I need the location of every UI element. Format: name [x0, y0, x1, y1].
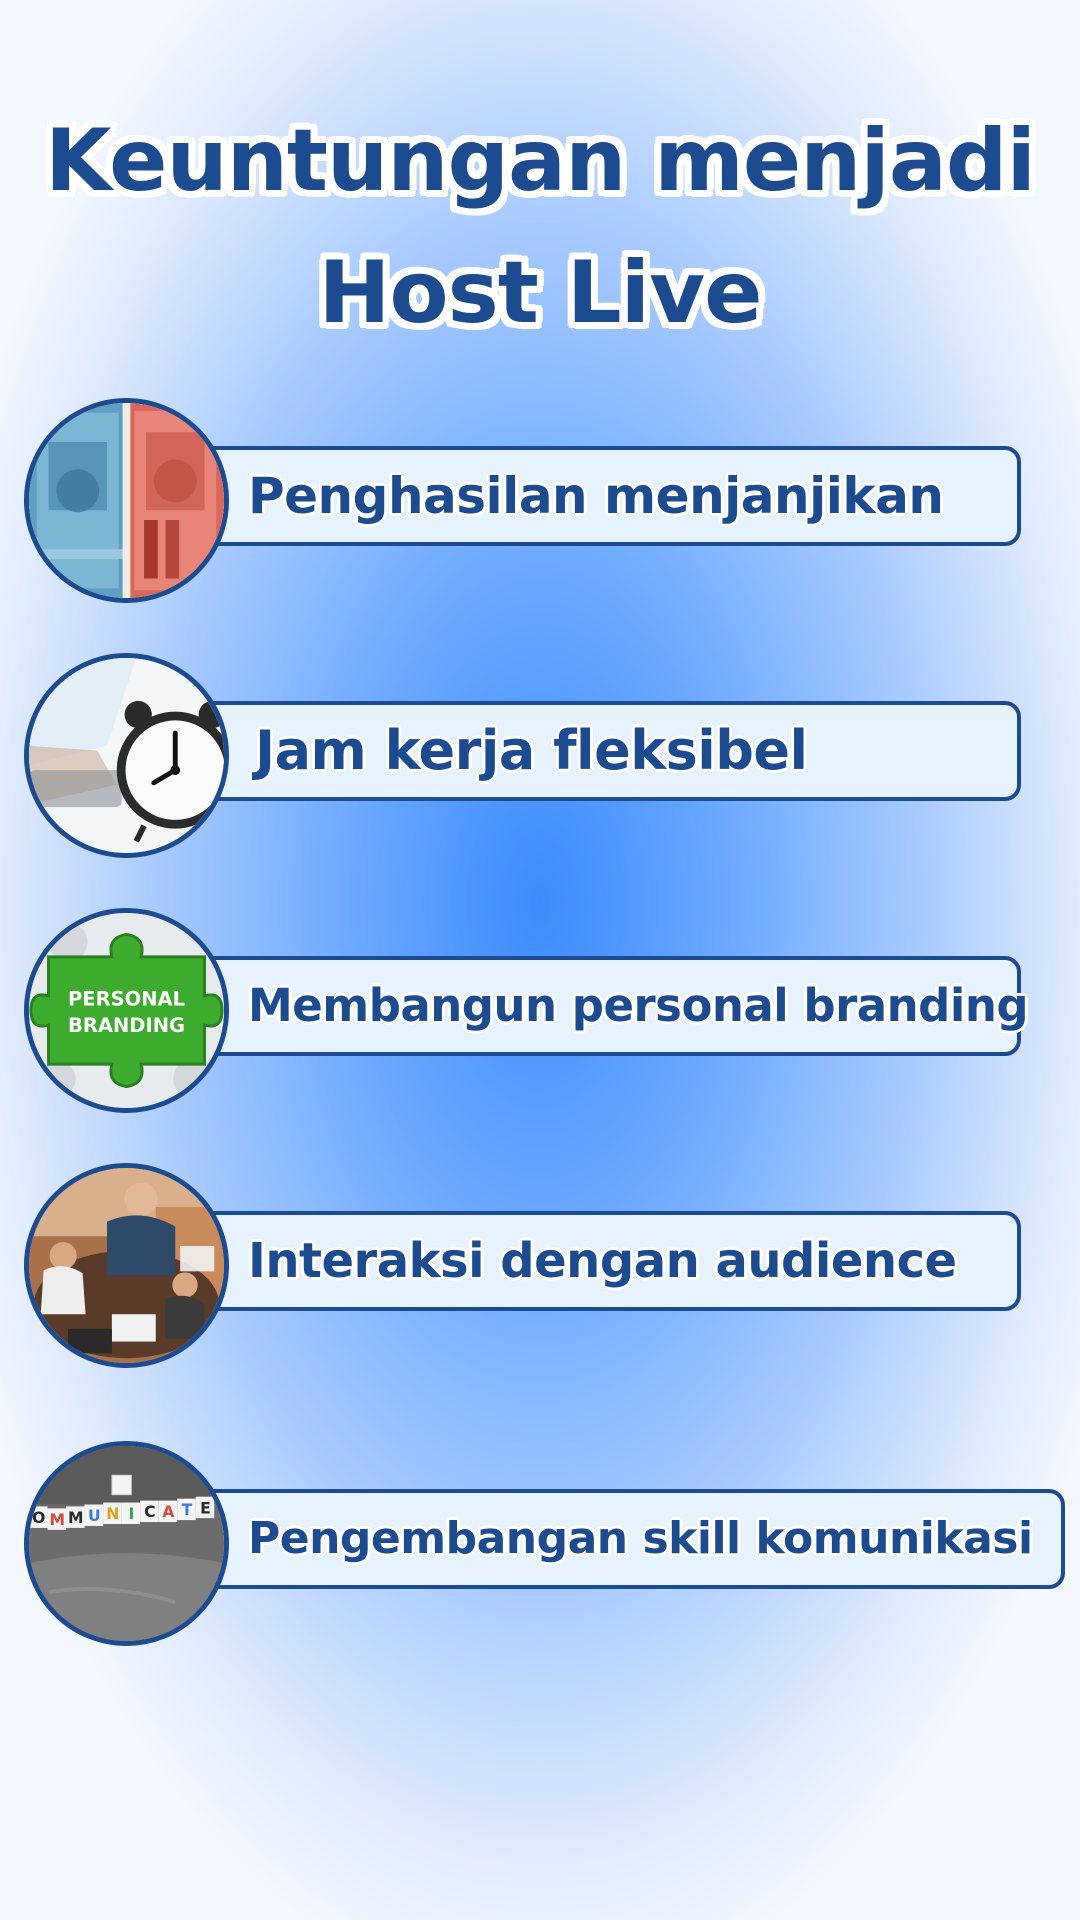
communicate-letter-cubes-icon: O M M U N I C A T E [24, 1441, 229, 1646]
svg-text:O: O [32, 1509, 45, 1527]
benefit-label: Membangun personal branding [248, 979, 1029, 1032]
svg-text:A: A [162, 1503, 174, 1521]
svg-text:M: M [50, 1511, 66, 1529]
puzzle-text-personal: PERSONAL [68, 988, 185, 1011]
benefit-bar: Interaksi dengan audience [179, 1211, 1021, 1311]
svg-text:U: U [88, 1507, 101, 1525]
group-meeting-icon [24, 1163, 229, 1368]
benefit-label: Jam kerja fleksibel [255, 719, 808, 782]
title-line-2: Host Live [318, 243, 763, 343]
benefit-label: Interaksi dengan audience [248, 1233, 957, 1289]
money-banknotes-icon [24, 398, 229, 603]
benefit-label: Penghasilan menjanjikan [248, 467, 944, 525]
page-title: Keuntungan menjadi Host Live [0, 95, 1080, 359]
svg-text:M: M [68, 1509, 84, 1527]
svg-text:E: E [200, 1499, 211, 1517]
svg-text:N: N [106, 1505, 119, 1523]
title-line-1: Keuntungan menjadi [45, 111, 1036, 211]
benefit-bar: Pengembangan skill komunikasi [179, 1489, 1065, 1589]
svg-text:I: I [128, 1505, 134, 1523]
benefit-label: Pengembangan skill komunikasi [248, 1513, 1033, 1564]
svg-text:C: C [144, 1503, 155, 1521]
puzzle-personal-branding-icon: PERSONAL BRANDING [24, 908, 229, 1113]
svg-text:T: T [182, 1501, 193, 1519]
alarm-clock-icon [24, 653, 229, 858]
benefit-bar: Jam kerja fleksibel [179, 701, 1021, 801]
benefit-bar: Penghasilan menjanjikan [179, 446, 1021, 546]
benefit-bar: Membangun personal branding [179, 956, 1029, 1056]
puzzle-text-branding: BRANDING [68, 1014, 185, 1037]
